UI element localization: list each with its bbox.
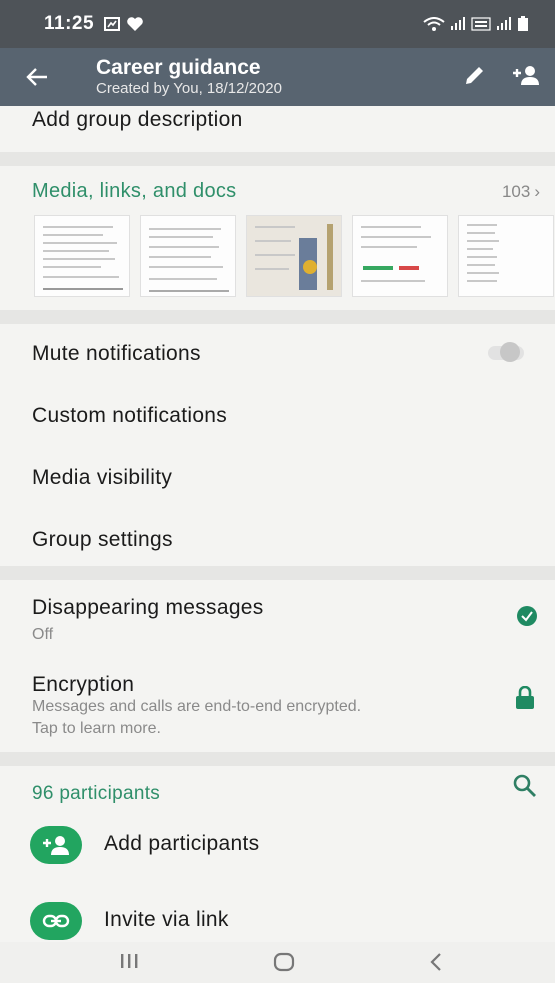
link-icon (42, 914, 70, 928)
chevron-right-icon: › (534, 181, 540, 201)
disappearing-timer-icon (517, 606, 537, 626)
toggle-knob (500, 342, 520, 362)
recent-apps-icon (121, 954, 138, 968)
invite-via-link[interactable]: Invite via link (104, 908, 229, 932)
home-button[interactable] (272, 952, 296, 977)
media-visibility[interactable]: Media visibility (32, 466, 172, 490)
battery-icon (518, 16, 528, 31)
disappearing-messages[interactable]: Disappearing messages (32, 596, 264, 620)
back-nav-button[interactable] (428, 952, 444, 977)
recent-apps-button[interactable] (118, 952, 140, 975)
group-header[interactable]: Career guidance Created by You, 18/12/20… (96, 56, 282, 98)
mute-notifications[interactable]: Mute notifications (32, 342, 201, 366)
media-count-value: 103 (501, 181, 531, 201)
mute-toggle[interactable] (484, 341, 526, 363)
section-divider (0, 152, 555, 166)
media-thumbnail[interactable] (140, 215, 236, 297)
wifi-icon (423, 17, 445, 31)
media-thumbnail[interactable] (458, 215, 554, 297)
media-thumbnail[interactable] (34, 215, 130, 297)
encryption-description-line1: Messages and calls are end-to-end encryp… (32, 698, 362, 715)
section-divider (0, 752, 555, 766)
edit-button[interactable] (463, 63, 487, 92)
add-participant-header-button[interactable] (511, 63, 541, 92)
encryption[interactable]: Encryption (32, 673, 134, 697)
status-time: 11:25 (44, 13, 95, 34)
back-arrow-icon (26, 68, 47, 86)
gallery-notification-icon (104, 17, 121, 31)
pencil-icon (466, 66, 483, 84)
add-participants-icon-button[interactable] (30, 826, 82, 864)
search-icon (513, 774, 536, 797)
media-thumbnails (34, 215, 555, 297)
media-thumbnail[interactable] (246, 215, 342, 297)
media-count: 103 › (502, 182, 540, 202)
back-chevron-icon (430, 953, 441, 971)
invite-link-icon-button[interactable] (30, 902, 82, 940)
add-person-icon (43, 836, 69, 855)
section-divider (0, 310, 555, 324)
media-links-docs-row[interactable]: Media, links, and docs 103 › (32, 180, 540, 203)
add-person-icon (513, 65, 539, 85)
heart-notification-icon (127, 17, 143, 31)
disappearing-status: Off (32, 626, 54, 643)
status-bar: 11:25 (0, 0, 555, 48)
media-title: Media, links, and docs (32, 180, 237, 202)
system-navigation-bar (0, 942, 555, 983)
lock-icon (516, 686, 534, 709)
signal-icon-2 (497, 17, 511, 30)
group-settings[interactable]: Group settings (32, 528, 173, 552)
search-participants-button[interactable] (512, 773, 538, 804)
group-created-info: Created by You, 18/12/2020 (96, 80, 282, 97)
home-icon (273, 952, 295, 972)
custom-notifications[interactable]: Custom notifications (32, 404, 227, 428)
add-participants[interactable]: Add participants (104, 832, 259, 856)
participants-count: 96 participants (32, 783, 161, 804)
add-group-description[interactable]: Add group description (32, 108, 243, 132)
app-bar: Career guidance Created by You, 18/12/20… (0, 48, 555, 106)
volte-icon (471, 17, 491, 31)
back-button[interactable] (26, 67, 74, 87)
encryption-description-line2: Tap to learn more. (32, 720, 161, 737)
group-name: Career guidance (96, 56, 261, 79)
media-thumbnail[interactable] (352, 215, 448, 297)
section-divider (0, 566, 555, 580)
signal-icon (451, 17, 465, 30)
